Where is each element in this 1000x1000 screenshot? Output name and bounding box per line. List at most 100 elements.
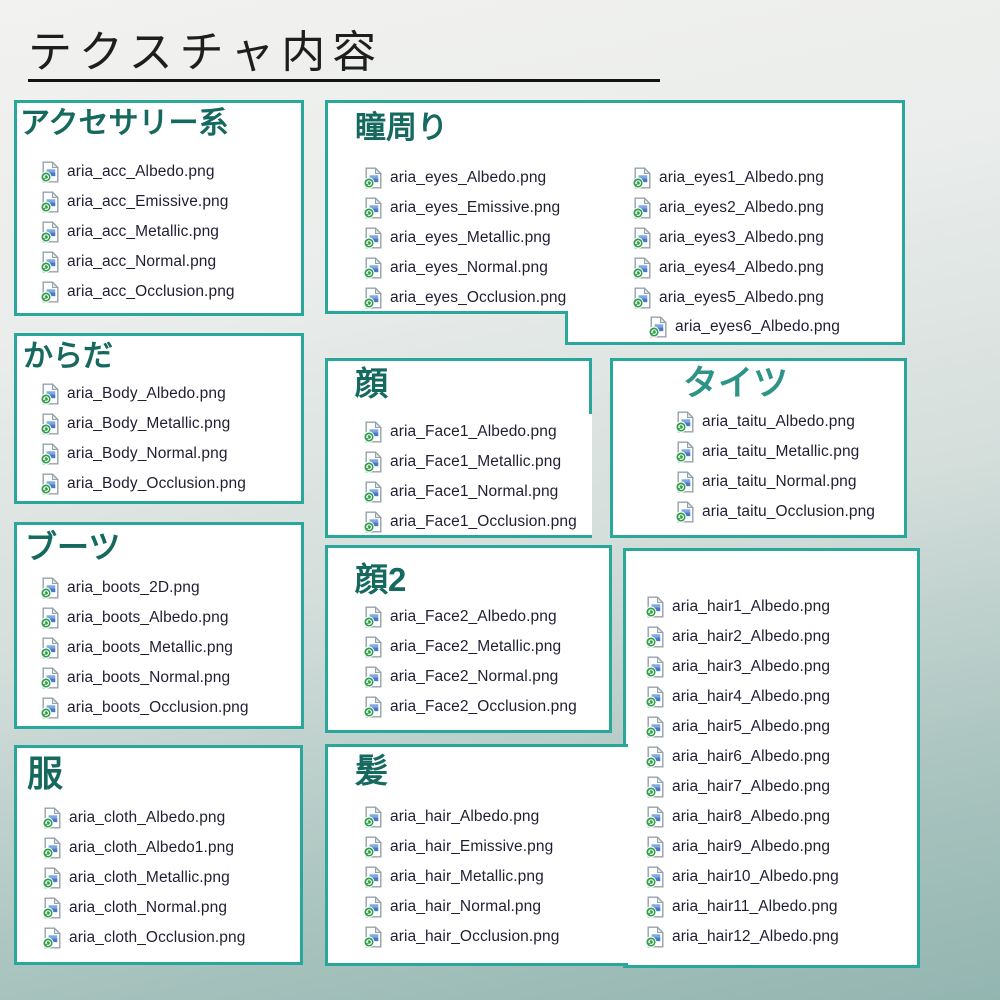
file-item: aria_hair2_Albedo.png bbox=[645, 622, 839, 652]
file-name: aria_eyes3_Albedo.png bbox=[659, 229, 824, 246]
file-list: aria_Face2_Albedo.png aria_Face2_Metallic… bbox=[363, 602, 577, 722]
image-file-icon bbox=[363, 421, 383, 443]
file-name: aria_hair8_Albedo.png bbox=[672, 808, 831, 825]
image-file-icon bbox=[40, 607, 60, 629]
file-item: aria_eyes6_Albedo.png bbox=[648, 312, 840, 342]
file-item: aria_Face2_Normal.png bbox=[363, 662, 577, 692]
file-name: aria_hair6_Albedo.png bbox=[672, 748, 831, 765]
file-name: aria_taitu_Occlusion.png bbox=[702, 503, 876, 520]
file-name: aria_boots_2D.png bbox=[67, 579, 200, 596]
image-file-icon bbox=[645, 746, 665, 768]
image-file-icon bbox=[645, 776, 665, 798]
file-list: aria_Body_Albedo.png aria_Body_Metallic.p… bbox=[40, 379, 246, 499]
file-name: aria_Body_Occlusion.png bbox=[67, 475, 246, 492]
file-name: aria_hair_Albedo.png bbox=[390, 808, 540, 825]
image-file-icon bbox=[363, 636, 383, 658]
image-file-icon bbox=[645, 656, 665, 678]
image-file-icon bbox=[363, 666, 383, 688]
file-name: aria_hair10_Albedo.png bbox=[672, 868, 839, 885]
image-file-icon bbox=[648, 316, 668, 338]
file-item: aria_boots_Normal.png bbox=[40, 663, 249, 693]
file-item: aria_Face1_Albedo.png bbox=[363, 417, 577, 447]
file-item: aria_eyes_Albedo.png bbox=[363, 163, 566, 193]
file-item: aria_boots_Metallic.png bbox=[40, 633, 249, 663]
file-item: aria_boots_Albedo.png bbox=[40, 603, 249, 633]
image-file-icon bbox=[363, 696, 383, 718]
image-file-icon bbox=[675, 501, 695, 523]
section-title: 顔 bbox=[355, 365, 388, 402]
file-name: aria_hair3_Albedo.png bbox=[672, 658, 831, 675]
image-file-icon bbox=[645, 686, 665, 708]
section-eyes-extension: aria_eyes6_Albedo.png bbox=[565, 311, 905, 345]
file-name: aria_eyes5_Albedo.png bbox=[659, 289, 824, 306]
file-name: aria_Face1_Albedo.png bbox=[390, 423, 557, 440]
file-item: aria_eyes1_Albedo.png bbox=[632, 163, 824, 193]
file-item: aria_hair_Albedo.png bbox=[363, 802, 559, 832]
image-file-icon bbox=[40, 383, 60, 405]
file-item: aria_eyes4_Albedo.png bbox=[632, 253, 824, 283]
image-file-icon bbox=[40, 443, 60, 465]
section-face1-border-segment bbox=[589, 358, 592, 414]
page-title: テクスチャ内容 bbox=[28, 28, 384, 77]
file-item: aria_hair8_Albedo.png bbox=[645, 802, 839, 832]
image-file-icon bbox=[363, 606, 383, 628]
section-title: タイツ bbox=[683, 364, 789, 403]
file-name: aria_Face2_Metallic.png bbox=[390, 638, 562, 655]
section-boots: ブーツ aria_boots_2D.png aria_boots_Albedo.p… bbox=[14, 522, 304, 729]
file-name: aria_boots_Occlusion.png bbox=[67, 699, 249, 716]
section-face2: 顔2 aria_Face2_Albedo.png aria_Face2_Metal… bbox=[325, 545, 612, 733]
file-list: aria_eyes_Albedo.png aria_eyes_Emissive.p… bbox=[363, 163, 566, 313]
image-file-icon bbox=[675, 411, 695, 433]
title-underline bbox=[28, 79, 660, 82]
file-item: aria_hair_Occlusion.png bbox=[363, 922, 559, 952]
file-name: aria_eyes_Metallic.png bbox=[390, 229, 551, 246]
file-item: aria_boots_2D.png bbox=[40, 573, 249, 603]
file-item: aria_hair11_Albedo.png bbox=[645, 892, 839, 922]
section-clothes: 服 aria_cloth_Albedo.png aria_cloth_Albedo… bbox=[14, 745, 303, 965]
file-name: aria_acc_Emissive.png bbox=[67, 193, 229, 210]
file-name: aria_eyes_Occlusion.png bbox=[390, 289, 567, 306]
image-file-icon bbox=[645, 596, 665, 618]
image-file-icon bbox=[42, 867, 62, 889]
file-name: aria_hair12_Albedo.png bbox=[672, 928, 839, 945]
file-item: aria_taitu_Occlusion.png bbox=[675, 497, 875, 527]
image-file-icon bbox=[40, 667, 60, 689]
file-name: aria_eyes_Albedo.png bbox=[390, 169, 547, 186]
section-title: からだ bbox=[23, 340, 113, 373]
file-name: aria_hair_Emissive.png bbox=[390, 838, 554, 855]
file-list: aria_cloth_Albedo.png aria_cloth_Albedo1.… bbox=[42, 803, 245, 953]
file-name: aria_eyes1_Albedo.png bbox=[659, 169, 824, 186]
file-item: aria_cloth_Albedo1.png bbox=[42, 833, 245, 863]
file-item: aria_cloth_Albedo.png bbox=[42, 803, 245, 833]
file-name: aria_acc_Normal.png bbox=[67, 253, 217, 270]
file-name: aria_taitu_Normal.png bbox=[702, 473, 857, 490]
file-name: aria_acc_Occlusion.png bbox=[67, 283, 235, 300]
file-item: aria_cloth_Metallic.png bbox=[42, 863, 245, 893]
image-file-icon bbox=[40, 473, 60, 495]
file-list: aria_taitu_Albedo.png aria_taitu_Metallic… bbox=[675, 407, 875, 527]
image-file-icon bbox=[363, 451, 383, 473]
file-item: aria_Face2_Occlusion.png bbox=[363, 692, 577, 722]
file-item: aria_hair5_Albedo.png bbox=[645, 712, 839, 742]
file-name: aria_hair_Occlusion.png bbox=[390, 928, 560, 945]
section-hair-numbered: aria_hair1_Albedo.png aria_hair2_Albedo.p… bbox=[623, 548, 920, 968]
file-item: aria_hair1_Albedo.png bbox=[645, 592, 839, 622]
file-list: aria_acc_Albedo.png aria_acc_Emissive.png… bbox=[40, 157, 235, 307]
image-file-icon bbox=[363, 287, 383, 309]
file-name: aria_hair5_Albedo.png bbox=[672, 718, 831, 735]
image-file-icon bbox=[632, 257, 652, 279]
image-file-icon bbox=[363, 197, 383, 219]
file-name: aria_hair4_Albedo.png bbox=[672, 688, 831, 705]
image-file-icon bbox=[42, 837, 62, 859]
file-item: aria_eyes_Occlusion.png bbox=[363, 283, 566, 313]
file-name: aria_eyes4_Albedo.png bbox=[659, 259, 824, 276]
file-name: aria_taitu_Albedo.png bbox=[702, 413, 855, 430]
image-file-icon bbox=[645, 716, 665, 738]
file-item: aria_hair3_Albedo.png bbox=[645, 652, 839, 682]
file-list: aria_Face1_Albedo.png aria_Face1_Metallic… bbox=[363, 417, 577, 537]
file-name: aria_Face2_Albedo.png bbox=[390, 608, 557, 625]
file-name: aria_hair_Metallic.png bbox=[390, 868, 544, 885]
file-name: aria_hair_Normal.png bbox=[390, 898, 542, 915]
file-name: aria_hair7_Albedo.png bbox=[672, 778, 831, 795]
file-item: aria_cloth_Normal.png bbox=[42, 893, 245, 923]
